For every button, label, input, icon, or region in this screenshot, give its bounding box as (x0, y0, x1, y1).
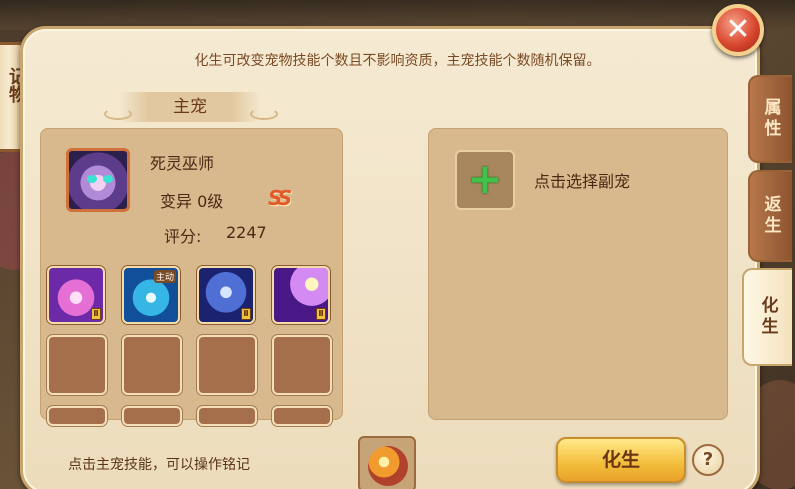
empty-skill-slot[interactable] (272, 406, 332, 426)
tab-attributes[interactable]: 属性 (748, 75, 792, 163)
score-value: 2247 (226, 223, 267, 242)
empty-skill-slot[interactable] (47, 406, 107, 426)
swirl-ornament-left (104, 108, 132, 120)
pet-avatar[interactable] (66, 148, 130, 212)
empty-skill-slot[interactable] (197, 335, 257, 395)
rebirth-tip: 化生可改变宠物技能个数且不影响资质，主宠技能个数随机保留。 (194, 53, 601, 69)
skill-level-badge: Ⅱ (241, 308, 251, 320)
skill-slot-1-pink-wings-icon[interactable]: Ⅱ (47, 266, 105, 324)
rebirth-item-slot[interactable] (358, 436, 416, 489)
skill-slot-4-purple-star-icon[interactable]: Ⅱ (272, 266, 330, 324)
main-pet-header: 主宠 (120, 92, 260, 122)
avatar-eye-right (103, 175, 113, 183)
tab-rebirth[interactable]: 化生 (742, 268, 792, 366)
skill-slot-3-dark-spirit-icon[interactable]: Ⅱ (197, 266, 255, 324)
skill-active-tag: 主动 (153, 270, 176, 283)
skill-level-badge: Ⅱ (316, 308, 326, 320)
close-button[interactable]: ✕ (712, 4, 764, 56)
swirl-ornament-right (250, 108, 278, 120)
select-sub-pet-hint: 点击选择副宠 (534, 172, 631, 191)
plus-icon: + (467, 154, 503, 203)
select-sub-pet-button[interactable]: + (455, 150, 515, 210)
ss-rank-icon: SS (268, 186, 292, 210)
skill-level-badge: Ⅱ (91, 308, 101, 320)
score-label: 评分: (164, 227, 202, 246)
help-button[interactable]: ? (692, 444, 724, 476)
tab-return[interactable]: 返生 (748, 170, 792, 262)
pet-name: 死灵巫师 (150, 154, 215, 173)
empty-skill-slot[interactable] (272, 335, 332, 395)
empty-skill-slot[interactable] (122, 335, 182, 395)
rebirth-item-icon (368, 446, 408, 486)
inscription-hint: 点击主宠技能，可以操作铭记 (68, 457, 250, 473)
rebirth-button[interactable]: 化生 (556, 437, 686, 483)
avatar-eye-left (87, 175, 97, 183)
mutation-level: 变异 0级 (160, 192, 224, 211)
empty-skill-slot[interactable] (197, 406, 257, 426)
empty-skill-slot[interactable] (122, 406, 182, 426)
empty-skill-slot[interactable] (47, 335, 107, 395)
skill-slot-2-blue-vortex-icon[interactable]: 主动 (122, 266, 180, 324)
close-icon: ✕ (725, 12, 751, 47)
